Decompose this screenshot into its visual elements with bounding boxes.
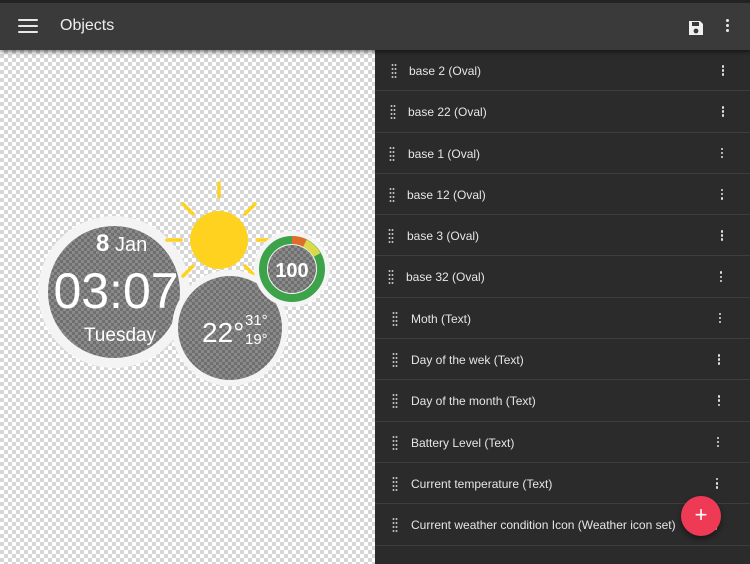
- drag-handle-icon[interactable]: [392, 435, 398, 450]
- item-overflow-icon[interactable]: [716, 394, 722, 408]
- drag-handle-icon[interactable]: [392, 476, 398, 491]
- item-overflow-icon[interactable]: [719, 229, 725, 243]
- drag-handle-icon[interactable]: [389, 146, 395, 161]
- list-item-label: Moth (Text): [411, 311, 472, 326]
- item-overflow-icon[interactable]: [720, 64, 726, 78]
- list-item-label: Current temperature (Text): [411, 476, 553, 491]
- list-item[interactable]: base 12 (Oval): [375, 174, 750, 216]
- save-icon[interactable]: [687, 19, 705, 37]
- drag-handle-icon[interactable]: [388, 229, 394, 244]
- add-object-button[interactable]: +: [681, 496, 721, 536]
- list-item[interactable]: base 3 (Oval): [375, 215, 750, 257]
- list-item[interactable]: Day of the wek (Text): [375, 339, 750, 381]
- drag-handle-icon[interactable]: [388, 270, 394, 285]
- list-item-label: Day of the month (Text): [411, 394, 536, 409]
- list-item-label: Day of the wek (Text): [411, 353, 524, 368]
- list-item[interactable]: Day of the month (Text): [375, 380, 750, 422]
- list-item-label: base 1 (Oval): [408, 146, 481, 161]
- hamburger-menu-icon[interactable]: [18, 19, 38, 35]
- item-overflow-icon[interactable]: [720, 105, 726, 119]
- low-temp-text: 19°: [245, 331, 268, 348]
- list-item-label: base 2 (Oval): [409, 64, 482, 78]
- drag-handle-icon[interactable]: [390, 105, 396, 120]
- battery-level-text: 100: [275, 260, 308, 282]
- drag-handle-icon[interactable]: [392, 518, 398, 533]
- plus-icon: +: [694, 502, 708, 527]
- list-item[interactable]: base 2 (Oval): [375, 50, 750, 92]
- list-item-label: base 22 (Oval): [408, 105, 487, 120]
- list-item-label: base 3 (Oval): [407, 229, 480, 244]
- list-item-label: Current weather condition Icon (Weather …: [411, 518, 676, 533]
- item-overflow-icon[interactable]: [717, 312, 723, 326]
- list-item-label: base 12 (Oval): [407, 187, 486, 202]
- list-item[interactable]: base 1 (Oval): [375, 133, 750, 174]
- list-item[interactable]: base 32 (Oval): [375, 256, 750, 298]
- drag-handle-icon[interactable]: [392, 311, 398, 326]
- list-item-label: Battery Level (Text): [411, 435, 515, 450]
- list-item[interactable]: Moth (Text): [375, 298, 750, 340]
- list-item[interactable]: Battery Level (Text): [375, 422, 750, 463]
- watchface-preview: 8 Jan 03:07 Tuesday 22° 31° 19° 100: [38, 181, 330, 386]
- weekday-text: Tuesday: [84, 325, 157, 346]
- high-temp-text: 31°: [245, 312, 268, 329]
- page-title: Objects: [60, 17, 115, 34]
- item-overflow-icon[interactable]: [716, 353, 722, 367]
- time-text: 03:07: [53, 263, 178, 319]
- item-overflow-icon[interactable]: [719, 188, 725, 202]
- item-overflow-icon[interactable]: [718, 270, 724, 284]
- item-overflow-icon[interactable]: [719, 147, 725, 161]
- item-overflow-icon[interactable]: [715, 436, 721, 450]
- temperature-text: 22°: [202, 317, 244, 348]
- overflow-menu-icon[interactable]: [722, 18, 732, 38]
- app-bar: Objects: [0, 0, 750, 50]
- list-item[interactable]: base 22 (Oval): [375, 91, 750, 133]
- day-of-month-text: 8: [96, 230, 109, 257]
- drag-handle-icon[interactable]: [389, 187, 395, 202]
- drag-handle-icon[interactable]: [392, 353, 398, 368]
- objects-list: base 2 (Oval) base 22 (Oval) base 1 (Ova…: [375, 50, 750, 546]
- drag-handle-icon[interactable]: [391, 64, 397, 78]
- objects-panel: base 2 (Oval) base 22 (Oval) base 1 (Ova…: [375, 50, 750, 564]
- month-text: Jan: [115, 234, 147, 256]
- drag-handle-icon[interactable]: [392, 394, 398, 409]
- item-overflow-icon[interactable]: [714, 477, 720, 491]
- watchface-canvas[interactable]: 8 Jan 03:07 Tuesday 22° 31° 19° 100: [0, 50, 375, 564]
- sun-disc: [190, 211, 248, 269]
- list-item-label: base 32 (Oval): [406, 270, 485, 285]
